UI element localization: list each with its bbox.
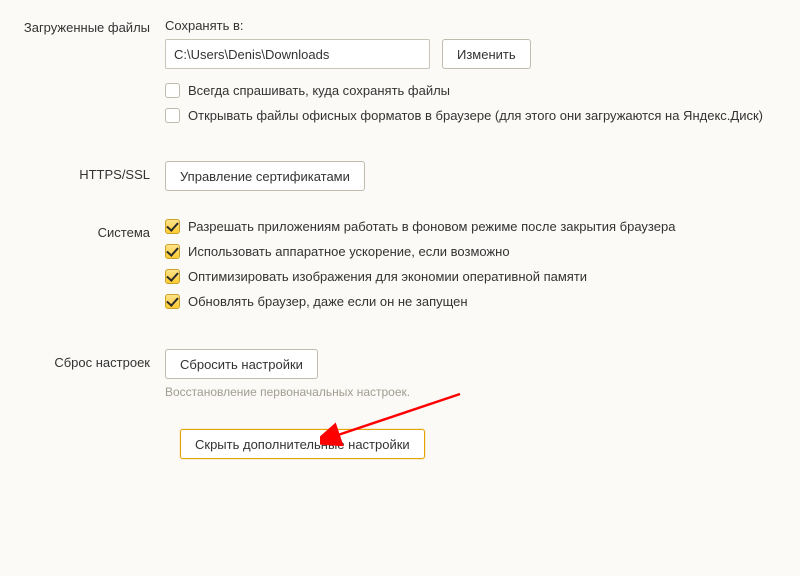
downloads-section: Загруженные файлы Сохранять в: Изменить … [0, 14, 800, 133]
download-path-input[interactable] [165, 39, 430, 69]
bg-apps-checkbox[interactable] [165, 219, 180, 234]
https-label: HTTPS/SSL [0, 161, 165, 182]
always-ask-label[interactable]: Всегда спрашивать, куда сохранять файлы [188, 83, 450, 98]
bg-apps-label[interactable]: Разрешать приложениям работать в фоновом… [188, 219, 675, 234]
downloads-label: Загруженные файлы [0, 14, 165, 35]
reset-settings-button[interactable]: Сбросить настройки [165, 349, 318, 379]
hw-accel-checkbox[interactable] [165, 244, 180, 259]
change-path-button[interactable]: Изменить [442, 39, 531, 69]
system-label: Система [0, 219, 165, 240]
system-section: Система Разрешать приложениям работать в… [0, 219, 800, 319]
optimize-images-checkbox[interactable] [165, 269, 180, 284]
save-in-label: Сохранять в: [165, 18, 790, 33]
update-browser-checkbox[interactable] [165, 294, 180, 309]
manage-certs-button[interactable]: Управление сертификатами [165, 161, 365, 191]
reset-desc: Восстановление первоначальных настроек. [165, 385, 790, 399]
hide-advanced-button[interactable]: Скрыть дополнительные настройки [180, 429, 425, 459]
update-browser-label[interactable]: Обновлять браузер, даже если он не запущ… [188, 294, 468, 309]
hw-accel-label[interactable]: Использовать аппаратное ускорение, если … [188, 244, 510, 259]
optimize-images-label[interactable]: Оптимизировать изображения для экономии … [188, 269, 587, 284]
always-ask-checkbox[interactable] [165, 83, 180, 98]
https-section: HTTPS/SSL Управление сертификатами [0, 161, 800, 191]
reset-label: Сброс настроек [0, 349, 165, 370]
reset-section: Сброс настроек Сбросить настройки Восста… [0, 349, 800, 399]
open-office-label[interactable]: Открывать файлы офисных форматов в брауз… [188, 108, 763, 123]
open-office-checkbox[interactable] [165, 108, 180, 123]
